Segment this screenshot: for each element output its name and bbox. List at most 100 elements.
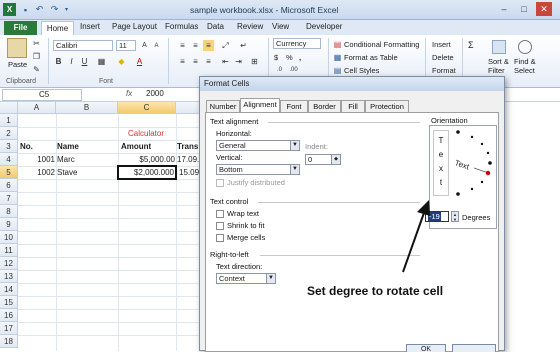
horizontal-select[interactable]: General ▼ <box>216 140 300 151</box>
underline-button[interactable]: U <box>79 56 90 67</box>
column-header-b[interactable]: B <box>56 102 118 114</box>
sort-filter-icon[interactable] <box>492 40 506 54</box>
align-top-icon[interactable]: ≡ <box>177 40 188 51</box>
row-header[interactable]: 10 <box>0 231 18 244</box>
comma-button[interactable]: , <box>299 53 301 62</box>
font-size-combo[interactable]: 11 <box>116 40 136 51</box>
tab-alignment[interactable]: Alignment <box>240 98 280 113</box>
close-icon[interactable]: ✕ <box>536 2 552 16</box>
tab-formulas[interactable]: Formulas <box>165 22 198 31</box>
row-header[interactable]: 8 <box>0 205 18 218</box>
column-header-a[interactable]: A <box>18 102 56 114</box>
merge-cells-checkbox[interactable] <box>216 234 224 242</box>
font-color-icon[interactable]: A <box>134 56 145 67</box>
tab-view[interactable]: View <box>272 22 289 31</box>
row-header[interactable]: 3 <box>0 140 18 153</box>
row-header[interactable]: 15 <box>0 296 18 309</box>
align-bottom-icon[interactable]: ≡ <box>203 40 214 51</box>
bold-button[interactable]: B <box>53 56 64 67</box>
select-all-corner[interactable] <box>0 102 18 114</box>
increase-decimal-icon[interactable]: .0 <box>274 65 285 76</box>
row-header[interactable]: 4 <box>0 153 18 166</box>
find-select-icon[interactable] <box>518 40 532 54</box>
row-header[interactable]: 2 <box>0 127 18 140</box>
tab-fill[interactable]: Fill <box>341 100 365 112</box>
delete-cells-button[interactable]: Delete <box>432 53 454 62</box>
tab-review[interactable]: Review <box>237 22 263 31</box>
number-format-combo[interactable]: Currency <box>273 38 321 49</box>
format-as-table-button[interactable]: Format as Table <box>344 53 398 62</box>
align-middle-icon[interactable]: ≡ <box>190 40 201 51</box>
cell-d5[interactable]: 15.09. <box>179 166 200 179</box>
find-select-button[interactable]: Find & <box>514 57 536 66</box>
decrease-decimal-icon[interactable]: .00 <box>288 65 299 76</box>
insert-cells-button[interactable]: Insert <box>432 40 451 49</box>
cell-c5-selected[interactable]: $2,000.000 <box>117 165 177 180</box>
header-trans[interactable]: Trans <box>177 140 198 153</box>
text-direction-select[interactable]: Context ▼ <box>216 273 276 284</box>
minimize-icon[interactable]: – <box>496 2 512 16</box>
header-no[interactable]: No. <box>20 140 33 153</box>
row-header[interactable]: 11 <box>0 244 18 257</box>
calculator-title[interactable]: Calculator <box>128 127 164 140</box>
tab-file[interactable]: File <box>4 21 37 35</box>
row-header[interactable]: 14 <box>0 283 18 296</box>
vertical-select[interactable]: Bottom ▼ <box>216 164 300 175</box>
formula-input[interactable]: 2000 <box>146 89 164 98</box>
chevron-down-icon[interactable]: ▼ <box>290 141 299 150</box>
cell-b4[interactable]: Marc <box>57 153 75 166</box>
maximize-icon[interactable]: □ <box>516 2 532 16</box>
borders-icon[interactable]: ▦ <box>96 56 107 67</box>
conditional-formatting-button[interactable]: Conditional Formatting <box>344 40 419 49</box>
tab-home[interactable]: Home <box>41 21 74 36</box>
grow-font-icon[interactable]: A <box>139 40 150 51</box>
worksheet-grid[interactable]: A B C 1 2 3 4 5 6 7 8 9 10 11 12 13 14 1… <box>0 102 200 351</box>
cell-styles-icon[interactable]: ▤ <box>332 65 343 76</box>
format-cells-button[interactable]: Format <box>432 66 456 75</box>
row-header[interactable]: 12 <box>0 257 18 270</box>
cell-styles-button[interactable]: Cell Styles <box>344 66 379 75</box>
font-name-combo[interactable]: Calibri <box>53 40 113 51</box>
row-header[interactable]: 9 <box>0 218 18 231</box>
cell-a5[interactable]: 1002 <box>18 166 55 179</box>
undo-icon[interactable]: ↶ <box>33 3 46 16</box>
column-header-c[interactable]: C <box>118 102 176 114</box>
fill-color-icon[interactable]: ◆ <box>116 56 127 67</box>
row-header[interactable]: 1 <box>0 114 18 127</box>
format-painter-icon[interactable]: ✎ <box>31 64 42 75</box>
tab-insert[interactable]: Insert <box>80 22 100 31</box>
conditional-formatting-icon[interactable]: ▤ <box>332 39 343 50</box>
cut-icon[interactable]: ✂ <box>31 38 42 49</box>
paste-button[interactable]: Paste <box>8 60 27 69</box>
align-left-icon[interactable]: ≡ <box>177 56 188 67</box>
copy-icon[interactable]: ❐ <box>31 51 42 62</box>
sort-filter-button[interactable]: Sort & <box>488 57 509 66</box>
tab-page-layout[interactable]: Page Layout <box>112 22 157 31</box>
shrink-to-fit-checkbox[interactable] <box>216 222 224 230</box>
save-icon[interactable]: ▪ <box>19 3 32 16</box>
chevron-down-icon[interactable]: ▼ <box>290 165 299 174</box>
name-box[interactable]: C5 <box>2 89 82 101</box>
indent-stepper[interactable]: 0 ◆ <box>305 154 341 165</box>
merge-center-icon[interactable]: ⊞ <box>249 56 260 67</box>
cell-b5[interactable]: Stave <box>57 166 77 179</box>
fx-icon[interactable]: fx <box>126 89 132 98</box>
spin-icon[interactable]: ◆ <box>331 155 340 164</box>
row-header[interactable]: 17 <box>0 322 18 335</box>
row-header[interactable]: 13 <box>0 270 18 283</box>
italic-button[interactable]: I <box>66 56 77 67</box>
chevron-down-icon[interactable]: ▼ <box>266 274 275 283</box>
decrease-indent-icon[interactable]: ⇤ <box>220 56 231 67</box>
currency-button[interactable]: $ <box>274 53 278 62</box>
row-header[interactable]: 6 <box>0 179 18 192</box>
header-name[interactable]: Name <box>57 140 79 153</box>
cell-d4[interactable]: 17.09. <box>177 153 199 166</box>
justify-distributed-checkbox[interactable] <box>216 179 224 187</box>
align-right-icon[interactable]: ≡ <box>203 56 214 67</box>
row-header[interactable]: 16 <box>0 309 18 322</box>
row-header[interactable]: 7 <box>0 192 18 205</box>
shrink-font-icon[interactable]: A <box>151 41 162 52</box>
tab-data[interactable]: Data <box>207 22 224 31</box>
wrap-text-checkbox[interactable] <box>216 210 224 218</box>
row-header[interactable]: 5 <box>0 166 18 179</box>
